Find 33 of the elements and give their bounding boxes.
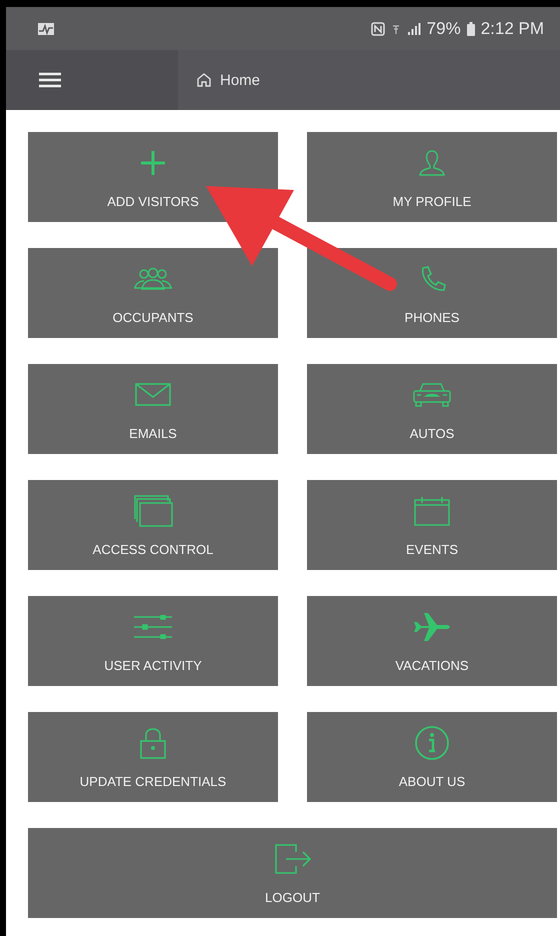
clock-time: 2:12 PM bbox=[480, 18, 544, 38]
envelope-icon bbox=[135, 383, 171, 407]
menu-tile[interactable]: PHONES bbox=[307, 248, 557, 338]
menu-tile[interactable]: MY PROFILE bbox=[307, 132, 557, 222]
lock-icon bbox=[139, 726, 167, 760]
menu-tile[interactable]: EMAILS bbox=[28, 364, 278, 454]
logout-icon bbox=[274, 844, 312, 874]
car-icon bbox=[412, 382, 452, 408]
battery-icon bbox=[466, 22, 475, 36]
menu-tile[interactable]: AUTOS bbox=[307, 364, 557, 454]
calendar-icon bbox=[414, 496, 450, 526]
plus-icon bbox=[139, 149, 167, 177]
menu-tile[interactable]: OCCUPANTS bbox=[28, 248, 278, 338]
menu-tile[interactable]: USER ACTIVITY bbox=[28, 596, 278, 686]
person-icon bbox=[417, 149, 447, 177]
windows-icon bbox=[133, 495, 173, 527]
menu-tile[interactable]: EVENTS bbox=[307, 480, 557, 570]
group-icon bbox=[133, 267, 173, 291]
menu-tile[interactable]: VACATIONS bbox=[307, 596, 557, 686]
sliders-icon bbox=[133, 615, 173, 639]
signal-icon bbox=[406, 22, 421, 34]
menu-tile[interactable]: LOGOUT bbox=[28, 828, 557, 918]
home-icon bbox=[196, 72, 212, 88]
page-title: Home bbox=[220, 72, 260, 88]
airplane-icon bbox=[412, 612, 452, 642]
menu-tile[interactable]: UPDATE CREDENTIALS bbox=[28, 712, 278, 802]
info-icon bbox=[414, 725, 450, 761]
menu-tile[interactable]: ABOUT US bbox=[307, 712, 557, 802]
menu-icon[interactable] bbox=[39, 72, 61, 88]
menu-tile[interactable]: ACCESS CONTROL bbox=[28, 480, 278, 570]
activity-icon bbox=[38, 22, 54, 34]
battery-percent: 79% bbox=[426, 18, 461, 38]
nfc-icon bbox=[370, 22, 385, 36]
